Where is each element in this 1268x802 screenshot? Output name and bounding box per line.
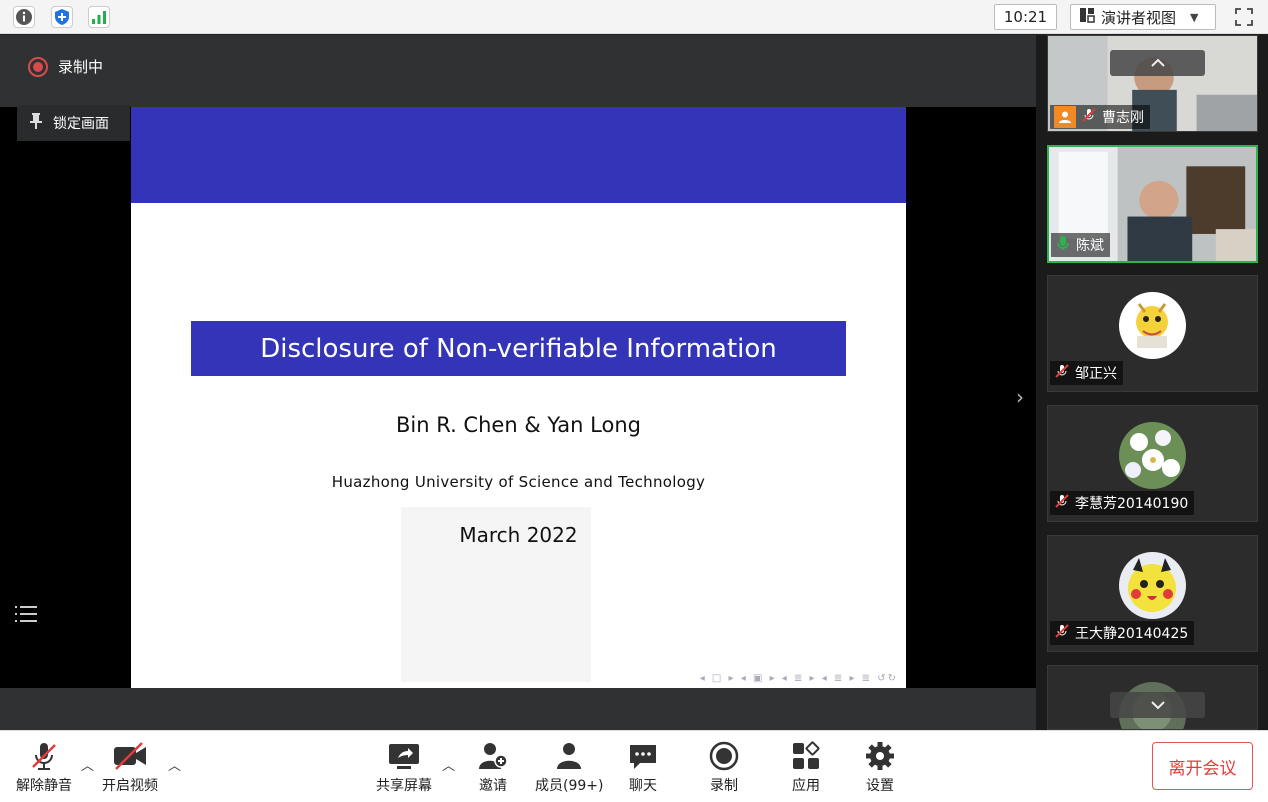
- signal-icon[interactable]: [88, 6, 110, 28]
- participant-tile-active[interactable]: 陈斌: [1047, 145, 1258, 263]
- avatar: [1119, 552, 1186, 619]
- participant-tile[interactable]: 邹正兴: [1047, 275, 1258, 392]
- stage-bottom-strip: [0, 688, 1036, 730]
- share-screen-label: 共享屏幕: [376, 778, 432, 794]
- apps-icon: [791, 739, 821, 771]
- muted-mic-icon: [1054, 623, 1070, 643]
- record-button[interactable]: 录制: [709, 739, 739, 795]
- members-button[interactable]: 成员(99+): [535, 739, 603, 795]
- slide-date: March 2022: [459, 523, 578, 547]
- slide-title: Disclosure of Non-verifiable Information: [191, 321, 846, 376]
- meeting-clock: 10:21: [994, 4, 1057, 30]
- avatar: [1119, 292, 1186, 359]
- unmute-label: 解除静音: [16, 778, 72, 794]
- start-video-label: 开启视频: [102, 778, 158, 794]
- recording-label: 录制中: [58, 58, 104, 76]
- list-menu-icon[interactable]: [12, 598, 40, 630]
- share-screen-button[interactable]: 共享屏幕: [376, 739, 432, 795]
- invite-label: 邀请: [479, 778, 507, 794]
- avatar: [1119, 422, 1186, 489]
- record-label: 录制: [710, 778, 738, 794]
- muted-mic-icon: [1054, 363, 1070, 383]
- view-mode-label: 演讲者视图: [1101, 8, 1177, 27]
- participant-tile[interactable]: 王大静20140425: [1047, 535, 1258, 652]
- participant-tile[interactable]: 曹志刚: [1047, 35, 1258, 132]
- pin-icon: [29, 112, 43, 134]
- participant-name-tag: 李慧芳20140190: [1050, 491, 1195, 515]
- chevron-down-icon: ▼: [1190, 10, 1199, 24]
- host-icon: [1054, 106, 1076, 128]
- share-options-caret-icon[interactable]: ︿: [442, 755, 455, 774]
- apps-button[interactable]: 应用: [791, 739, 821, 795]
- lock-screen-label: 锁定画面: [53, 116, 109, 132]
- settings-label: 设置: [866, 778, 894, 794]
- layout-icon: [1079, 7, 1095, 27]
- invite-button[interactable]: 邀请: [477, 739, 509, 795]
- record-icon: [709, 739, 739, 771]
- video-options-caret-icon[interactable]: ︿: [168, 755, 181, 774]
- chat-button[interactable]: 聊天: [628, 739, 658, 795]
- chat-label: 聊天: [629, 778, 657, 794]
- record-dot-icon: [28, 56, 48, 77]
- gear-icon: [865, 739, 895, 771]
- members-label: 成员(99+): [535, 778, 604, 794]
- collapse-panel-arrow-icon[interactable]: ›: [1016, 385, 1024, 409]
- fullscreen-icon[interactable]: [1232, 5, 1256, 29]
- slide-authors: Bin R. Chen & Yan Long: [396, 413, 641, 437]
- participant-name-tag: 曹志刚: [1050, 105, 1150, 129]
- start-video-button[interactable]: 开启视频: [102, 739, 158, 795]
- chevron-down-icon[interactable]: [1110, 692, 1205, 718]
- recording-strip: [0, 35, 1036, 107]
- invite-icon: [477, 739, 509, 771]
- share-screen-icon: [387, 739, 421, 771]
- members-icon: [554, 739, 584, 771]
- top-bar: 10:21 演讲者视图 ▼: [0, 0, 1268, 34]
- muted-mic-icon: [29, 739, 59, 771]
- leave-meeting-button[interactable]: 离开会议: [1152, 742, 1253, 790]
- slide-header-band: [131, 107, 906, 203]
- participant-name: 邹正兴: [1075, 366, 1117, 382]
- muted-mic-icon: [1081, 107, 1097, 127]
- mic-speaking-icon: [1055, 235, 1071, 255]
- slide-institution: Huazhong University of Science and Techn…: [331, 473, 706, 491]
- participant-name: 陈斌: [1076, 238, 1104, 254]
- lock-screen-button[interactable]: 锁定画面: [17, 105, 130, 141]
- view-mode-dropdown[interactable]: 演讲者视图 ▼: [1070, 4, 1216, 30]
- info-icon[interactable]: [13, 6, 35, 28]
- chevron-up-icon[interactable]: [1110, 50, 1205, 76]
- shared-slide: Disclosure of Non-verifiable Information…: [131, 107, 906, 688]
- participant-name-tag: 陈斌: [1051, 233, 1110, 257]
- shield-icon[interactable]: [51, 6, 73, 28]
- unmute-button[interactable]: 解除静音: [16, 739, 72, 795]
- recording-indicator: 录制中: [28, 56, 103, 77]
- participant-tile[interactable]: [1047, 665, 1258, 730]
- participant-name-tag: 王大静20140425: [1050, 621, 1195, 645]
- chat-icon: [628, 739, 658, 771]
- participant-name: 曹志刚: [1102, 110, 1144, 126]
- muted-mic-icon: [1054, 493, 1070, 513]
- participant-name-tag: 邹正兴: [1050, 361, 1123, 385]
- beamer-nav-icon: ◂ □ ▸ ◂ ▣ ▸ ◂ ≣ ▸ ◂ ≣ ▸ ≣ ↺↻: [699, 673, 898, 684]
- settings-button[interactable]: 设置: [865, 739, 895, 795]
- participant-tile[interactable]: 李慧芳20140190: [1047, 405, 1258, 522]
- participant-name: 李慧芳20140190: [1075, 496, 1189, 512]
- video-off-icon: [112, 739, 148, 771]
- apps-label: 应用: [792, 778, 820, 794]
- participant-name: 王大静20140425: [1075, 626, 1189, 642]
- meeting-toolbar: 解除静音 ︿ 开启视频 ︿ 共享屏幕 ︿ 邀请 成员(99+) 聊天 录制 应用…: [0, 730, 1268, 802]
- mic-options-caret-icon[interactable]: ︿: [81, 755, 94, 774]
